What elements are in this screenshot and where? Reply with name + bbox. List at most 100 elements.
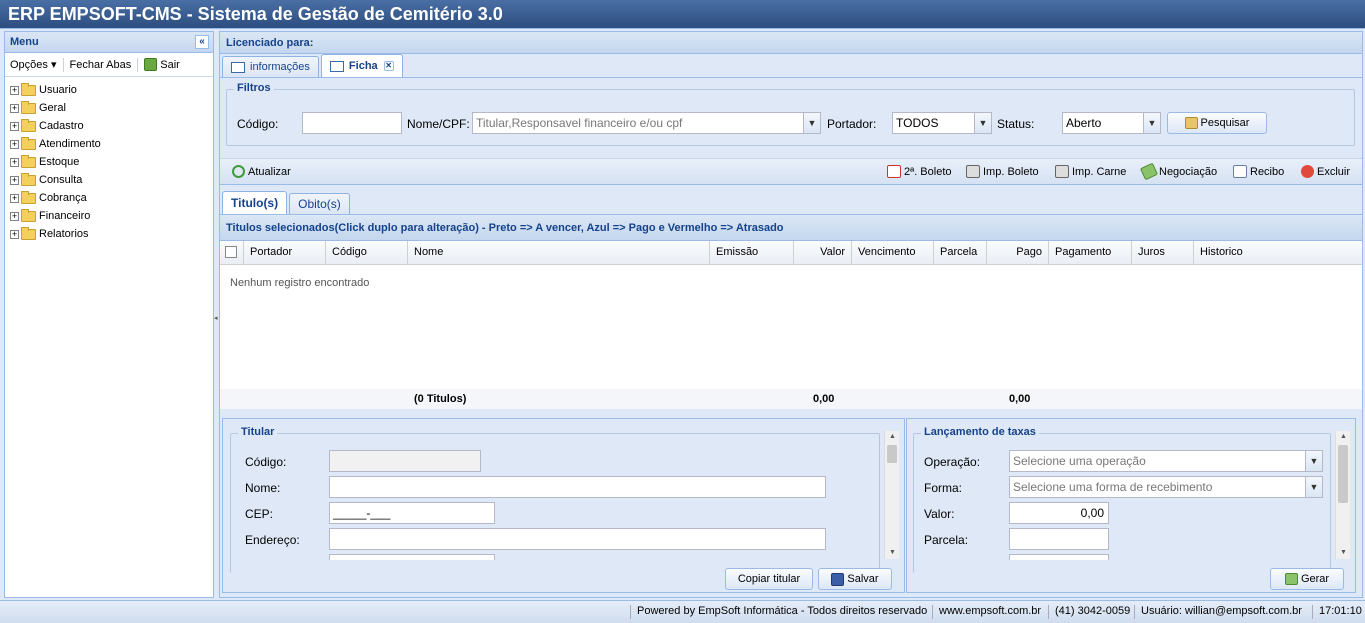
tree-label: Atendimento xyxy=(39,138,101,150)
tree-item-cadastro[interactable]: + Cadastro xyxy=(5,117,213,135)
tree-item-consulta[interactable]: + Consulta xyxy=(5,171,213,189)
options-menu-button[interactable]: Opções ▾ xyxy=(10,58,57,71)
status-select[interactable]: Aberto ▼ xyxy=(1062,112,1161,134)
scroll-thumb[interactable] xyxy=(887,445,897,463)
expand-icon[interactable]: + xyxy=(10,85,19,95)
next-field-input[interactable] xyxy=(1009,554,1109,560)
save-button[interactable]: Salvar xyxy=(818,568,892,590)
save-label: Salvar xyxy=(847,573,879,585)
refresh-label: Atualizar xyxy=(248,165,291,178)
expand-icon[interactable]: + xyxy=(10,229,19,239)
tree-item-usuario[interactable]: + Usuario xyxy=(5,81,213,99)
titular-scrollbar[interactable]: ▲ ▼ xyxy=(884,431,899,559)
col-parcela[interactable]: Parcela xyxy=(934,241,987,264)
exit-button[interactable]: Sair xyxy=(144,58,180,71)
expand-icon[interactable]: + xyxy=(10,157,19,167)
tree-item-atendimento[interactable]: + Atendimento xyxy=(5,135,213,153)
recibo-button[interactable]: Recibo xyxy=(1233,165,1284,178)
print-boleto-button[interactable]: Imp. Boleto xyxy=(966,165,1039,178)
dropdown-arrow-icon[interactable]: ▼ xyxy=(1305,477,1322,497)
copy-titular-button[interactable]: Copiar titular xyxy=(725,568,813,590)
scroll-down-icon[interactable]: ▼ xyxy=(885,547,900,559)
select-all-checkbox[interactable] xyxy=(220,241,244,264)
tree-item-cobranca[interactable]: + Cobrança xyxy=(5,189,213,207)
tree-label: Relatorios xyxy=(39,228,89,240)
refresh-icon xyxy=(232,165,245,178)
menu-title: Menu xyxy=(10,36,39,48)
operation-label: Operação: xyxy=(924,455,981,469)
scroll-up-icon[interactable]: ▲ xyxy=(1336,431,1351,443)
scroll-up-icon[interactable]: ▲ xyxy=(885,431,900,443)
expand-icon[interactable]: + xyxy=(10,175,19,185)
scroll-down-icon[interactable]: ▼ xyxy=(1336,547,1351,559)
col-pago[interactable]: Pago xyxy=(987,241,1049,264)
tab-ficha[interactable]: Ficha ✕ xyxy=(320,54,403,77)
tab-obitos[interactable]: Obito(s) xyxy=(289,193,350,214)
value-input[interactable]: 0,00 xyxy=(1009,502,1109,524)
expand-icon[interactable]: + xyxy=(10,211,19,221)
negociacao-button[interactable]: Negociação xyxy=(1139,162,1218,181)
col-nome[interactable]: Nome xyxy=(408,241,710,264)
tree-label: Financeiro xyxy=(39,210,91,222)
col-pagamento[interactable]: Pagamento xyxy=(1049,241,1132,264)
tab-titulos[interactable]: Titulo(s) xyxy=(222,191,288,214)
portador-select[interactable]: TODOS ▼ xyxy=(892,112,992,134)
form-select[interactable]: Selecione uma forma de recebimento ▼ xyxy=(1009,476,1323,498)
scroll-thumb[interactable] xyxy=(1338,445,1348,503)
generate-button[interactable]: Gerar xyxy=(1270,568,1344,590)
dropdown-arrow-icon[interactable]: ▼ xyxy=(974,113,991,133)
col-emissao[interactable]: Emissão xyxy=(710,241,794,264)
splitter-arrow-icon[interactable]: ◂ xyxy=(214,314,218,322)
dropdown-arrow-icon[interactable]: ▼ xyxy=(1305,451,1322,471)
col-codigo[interactable]: Código xyxy=(326,241,408,264)
tree-item-relatorios[interactable]: + Relatorios xyxy=(5,225,213,243)
dropdown-arrow-icon[interactable]: ▼ xyxy=(1143,113,1160,133)
search-button[interactable]: Pesquisar xyxy=(1167,112,1267,134)
operation-placeholder: Selecione uma operação xyxy=(1013,454,1146,468)
refresh-button[interactable]: Atualizar xyxy=(232,165,291,178)
titular-name-input[interactable] xyxy=(329,476,826,498)
tree-item-geral[interactable]: + Geral xyxy=(5,99,213,117)
titular-code-label: Código: xyxy=(245,455,287,469)
negociacao-label: Negociação xyxy=(1159,165,1218,178)
col-historico[interactable]: Historico xyxy=(1194,241,1362,264)
divider xyxy=(62,57,64,72)
expand-icon[interactable]: + xyxy=(10,193,19,203)
address-input[interactable] xyxy=(329,528,826,550)
dropdown-arrow-icon[interactable]: ▼ xyxy=(803,113,820,133)
tree-item-financeiro[interactable]: + Financeiro xyxy=(5,207,213,225)
titular-code-input[interactable] xyxy=(329,450,481,472)
recibo-label: Recibo xyxy=(1250,165,1285,178)
expand-icon[interactable]: + xyxy=(10,121,19,131)
boleto2-button[interactable]: 2ª. Boleto xyxy=(887,165,952,178)
tree-label: Cadastro xyxy=(39,120,84,132)
taxas-fieldset: Lançamento de taxas Operação: Selecione … xyxy=(913,426,1331,573)
col-vencimento[interactable]: Vencimento xyxy=(852,241,934,264)
footer-pago: 0,00 xyxy=(1009,393,1031,405)
parcel-input[interactable] xyxy=(1009,528,1109,550)
next-field-input[interactable] xyxy=(329,554,495,560)
close-tab-icon[interactable]: ✕ xyxy=(383,61,394,71)
code-input[interactable] xyxy=(302,112,402,134)
tree-label: Cobrança xyxy=(39,192,87,204)
cep-input[interactable]: _____-___ xyxy=(329,502,495,524)
expand-icon[interactable]: + xyxy=(10,103,19,113)
name-cpf-combo[interactable]: Titular,Responsavel financeiro e/ou cpf ▼ xyxy=(472,112,821,134)
col-juros[interactable]: Juros xyxy=(1132,241,1194,264)
titular-name-label: Nome: xyxy=(245,481,281,495)
collapse-icon[interactable]: « xyxy=(195,35,209,49)
close-tabs-button[interactable]: Fechar Abas xyxy=(70,59,132,71)
col-portador[interactable]: Portador xyxy=(244,241,326,264)
excluir-button[interactable]: Excluir xyxy=(1301,165,1350,178)
taxas-scrollbar[interactable]: ▲ ▼ xyxy=(1335,431,1350,559)
operation-select[interactable]: Selecione uma operação ▼ xyxy=(1009,450,1323,472)
col-valor[interactable]: Valor xyxy=(794,241,852,264)
name-cpf-label: Nome/CPF: xyxy=(407,117,470,131)
tab-informacoes[interactable]: informações xyxy=(222,56,319,77)
tree-item-estoque[interactable]: + Estoque xyxy=(5,153,213,171)
main-panel: Licenciado para: informações Ficha ✕ Filt… xyxy=(219,31,1363,598)
print-carne-button[interactable]: Imp. Carne xyxy=(1055,165,1126,178)
app-title: ERP EMPSOFT-CMS - Sistema de Gestão de C… xyxy=(0,0,1365,29)
expand-icon[interactable]: + xyxy=(10,139,19,149)
grid-title: Titulos selecionados(Click duplo para al… xyxy=(220,216,1362,241)
